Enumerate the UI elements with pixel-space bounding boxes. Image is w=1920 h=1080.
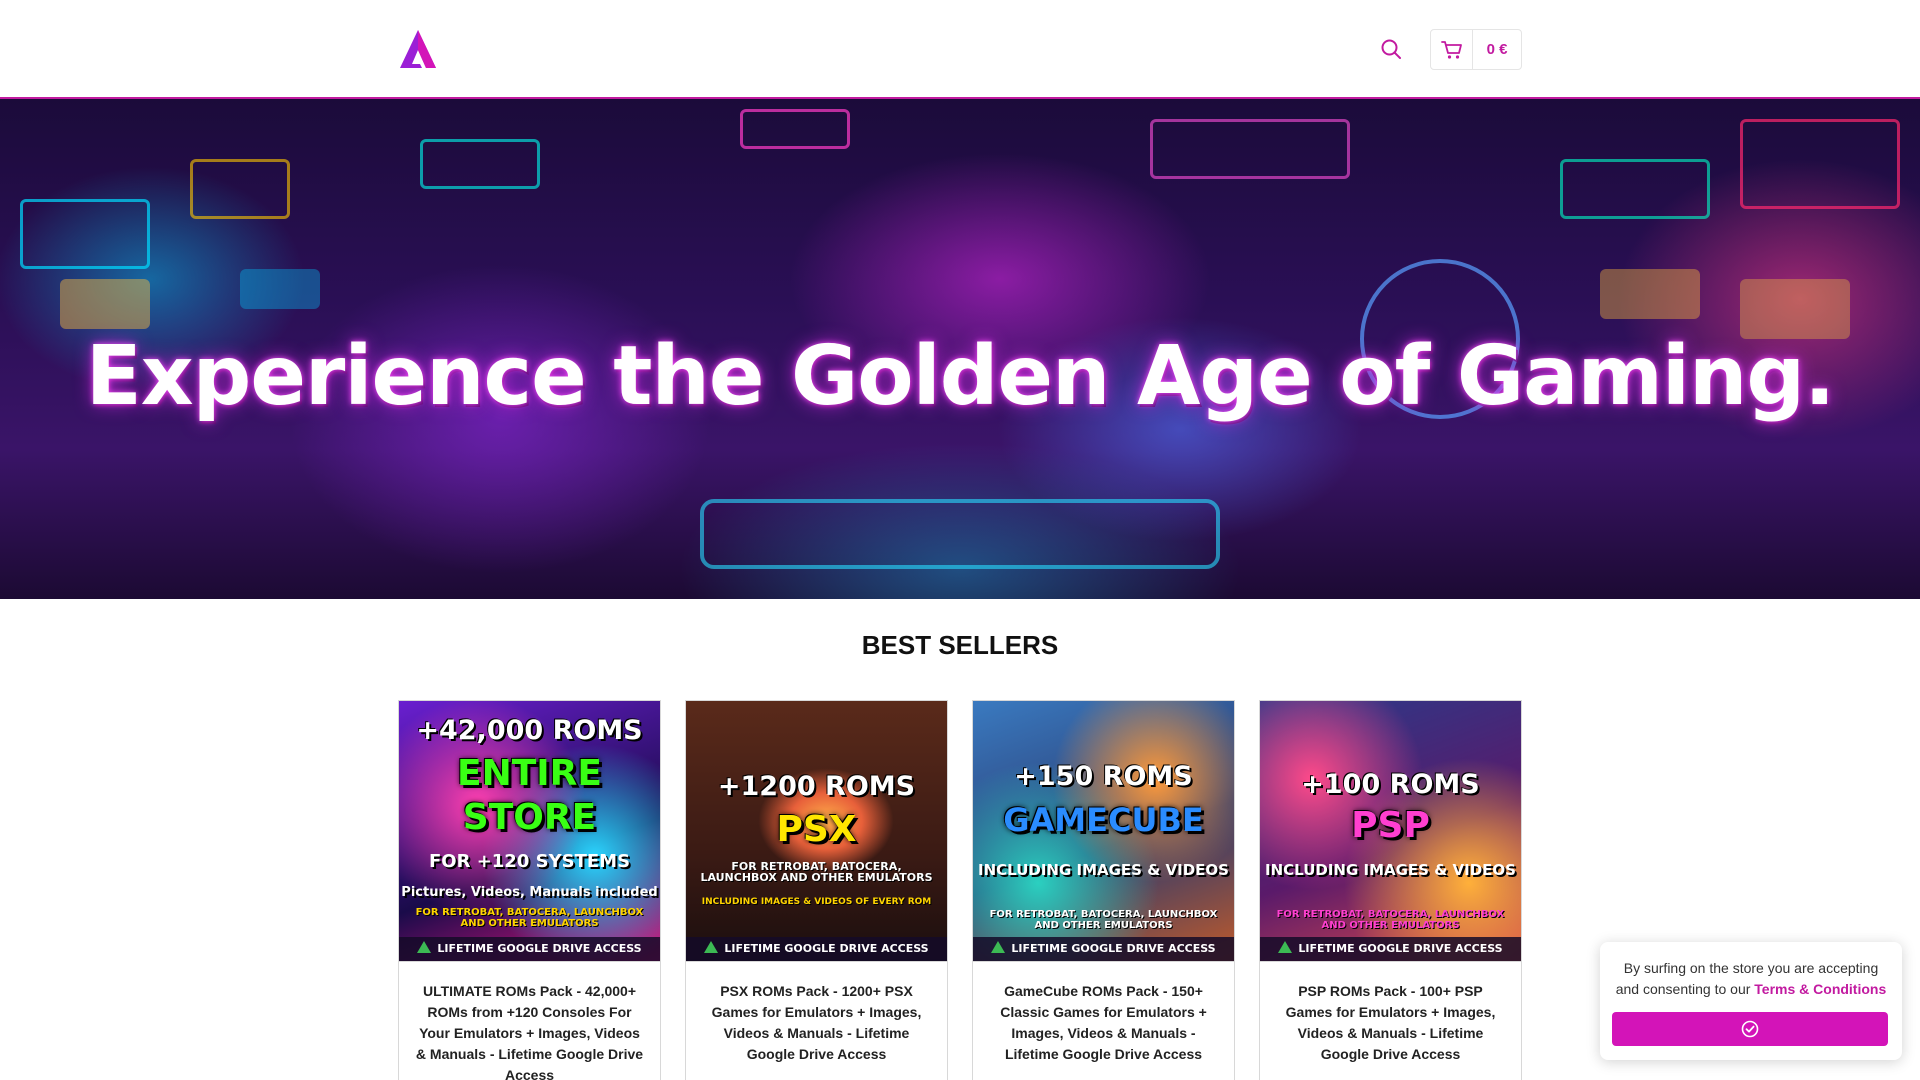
check-badge-icon bbox=[1741, 1020, 1759, 1038]
cookie-banner: By surfing on the store you are acceptin… bbox=[1600, 942, 1902, 1060]
product-image[interactable]: +42,000 ROMS ENTIRE STORE FOR +120 SYSTE… bbox=[399, 701, 660, 962]
poster-feature: Pictures, Videos, Manuals included bbox=[401, 885, 658, 900]
site-header: 0 € bbox=[0, 0, 1920, 99]
product-title[interactable]: GameCube ROMs Pack - 150+ Classic Games … bbox=[987, 981, 1220, 1065]
poster-subtitle: INCLUDING IMAGES & VIDEOS bbox=[1265, 861, 1516, 879]
poster-headline: +1200 ROMS bbox=[717, 771, 916, 802]
poster-title-line: GAMECUBE bbox=[1003, 801, 1204, 839]
poster-access-bar: LIFETIME GOOGLE DRIVE ACCESS bbox=[399, 937, 660, 961]
poster-title-line: STORE bbox=[462, 797, 597, 838]
store-logo[interactable] bbox=[398, 28, 438, 70]
product-card[interactable]: +42,000 ROMS ENTIRE STORE FOR +120 SYSTE… bbox=[398, 700, 661, 1080]
cart-icon bbox=[1440, 40, 1462, 59]
search-icon bbox=[1381, 39, 1401, 59]
poster-title-line: PSP bbox=[1351, 805, 1430, 846]
search-button[interactable] bbox=[1376, 34, 1406, 64]
poster-access-bar: LIFETIME GOOGLE DRIVE ACCESS bbox=[686, 937, 947, 961]
product-card[interactable]: +100 ROMS PSP INCLUDING IMAGES & VIDEOS … bbox=[1259, 700, 1522, 1080]
poster-compat: FOR RETROBAT, BATOCERA, LAUNCHBOX AND OT… bbox=[1276, 909, 1505, 931]
cart-total: 0 € bbox=[1486, 41, 1508, 58]
poster-feature: INCLUDING IMAGES & VIDEOS OF EVERY ROM bbox=[701, 897, 932, 907]
poster-headline: +42,000 ROMS bbox=[416, 715, 643, 746]
cookie-accept-button[interactable] bbox=[1612, 1012, 1888, 1046]
hero-banner: Experience the Golden Age of Gaming. bbox=[0, 99, 1920, 599]
product-card[interactable]: +150 ROMS GAMECUBE INCLUDING IMAGES & VI… bbox=[972, 700, 1235, 1080]
hero-title: Experience the Golden Age of Gaming. bbox=[85, 329, 1836, 424]
poster-compat: FOR RETROBAT, BATOCERA, LAUNCHBOX AND OT… bbox=[989, 909, 1218, 931]
google-drive-icon bbox=[417, 941, 432, 953]
poster-compat: FOR RETROBAT, BATOCERA, LAUNCHBOX AND OT… bbox=[700, 860, 933, 884]
product-image[interactable]: +1200 ROMS PSX FOR RETROBAT, BATOCERA, L… bbox=[686, 701, 947, 962]
product-card[interactable]: +1200 ROMS PSX FOR RETROBAT, BATOCERA, L… bbox=[685, 700, 948, 1080]
product-title[interactable]: PSX ROMs Pack - 1200+ PSX Games for Emul… bbox=[700, 981, 933, 1065]
poster-subtitle: FOR +120 SYSTEMS bbox=[428, 851, 631, 872]
best-sellers-heading: BEST SELLERS bbox=[861, 630, 1059, 660]
google-drive-icon bbox=[704, 941, 719, 953]
google-drive-icon bbox=[991, 941, 1006, 953]
poster-compat: FOR RETROBAT, BATOCERA, LAUNCHBOX AND OT… bbox=[415, 907, 644, 929]
poster-title-line: ENTIRE bbox=[457, 753, 602, 794]
store-logo-icon bbox=[400, 30, 436, 68]
cart-button[interactable]: 0 € bbox=[1430, 29, 1522, 70]
cookie-text: By surfing on the store you are acceptin… bbox=[1614, 958, 1888, 1000]
poster-subtitle: INCLUDING IMAGES & VIDEOS bbox=[978, 861, 1229, 879]
poster-headline: +100 ROMS bbox=[1301, 769, 1480, 800]
product-title[interactable]: ULTIMATE ROMs Pack - 42,000+ ROMs from +… bbox=[413, 981, 646, 1080]
poster-title-line: PSX bbox=[776, 809, 857, 850]
poster-headline: +150 ROMS bbox=[1014, 761, 1193, 792]
google-drive-icon bbox=[1278, 941, 1293, 953]
product-title[interactable]: PSP ROMs Pack - 100+ PSP Games for Emula… bbox=[1274, 981, 1507, 1065]
product-image[interactable]: +150 ROMS GAMECUBE INCLUDING IMAGES & VI… bbox=[973, 701, 1234, 962]
terms-link[interactable]: Terms & Conditions bbox=[1754, 981, 1886, 997]
cart-icon-wrap bbox=[1431, 30, 1473, 69]
poster-access-bar: LIFETIME GOOGLE DRIVE ACCESS bbox=[1260, 937, 1521, 961]
product-image[interactable]: +100 ROMS PSP INCLUDING IMAGES & VIDEOS … bbox=[1260, 701, 1521, 962]
product-grid: +42,000 ROMS ENTIRE STORE FOR +120 SYSTE… bbox=[398, 700, 1522, 1080]
poster-access-bar: LIFETIME GOOGLE DRIVE ACCESS bbox=[973, 937, 1234, 961]
